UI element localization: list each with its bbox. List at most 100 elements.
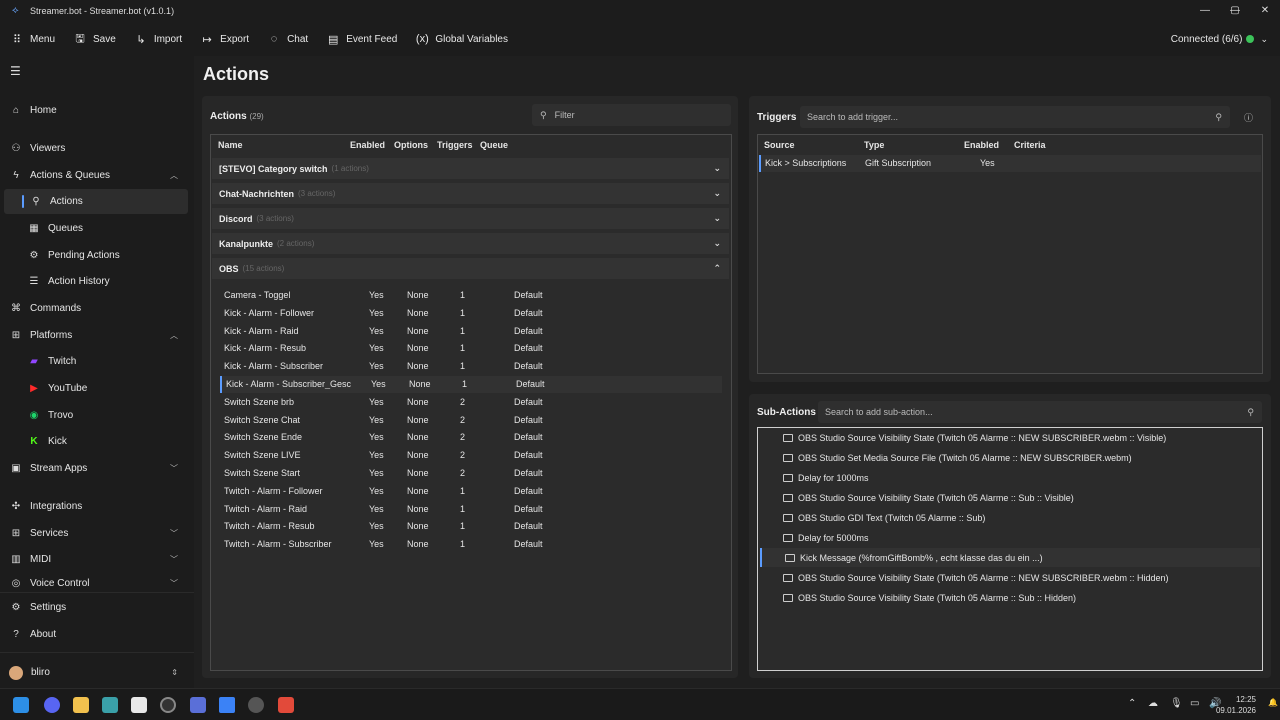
subaction-item[interactable]: Kick Message (%fromGiftBomb% , echt klas… — [760, 548, 1260, 567]
title-bar: ⟡ Streamer.bot - Streamer.bot (v1.0.1) — — [0, 0, 1280, 22]
subaction-item[interactable]: OBS Studio Source Visibility State (Twit… — [760, 428, 1260, 447]
discord-icon[interactable] — [44, 697, 60, 713]
action-group[interactable]: OBS (15 actions) ⌃ — [212, 258, 729, 279]
file-explorer-icon[interactable] — [73, 697, 89, 713]
sidebar-item-kick[interactable]: K Kick — [0, 429, 190, 454]
minimize-button-2[interactable]: — — [1190, 0, 1220, 22]
sidebar-item-queues[interactable]: ▦ Queues — [0, 216, 190, 241]
app-icon[interactable] — [102, 697, 118, 713]
action-row[interactable]: Switch Szene LIVE Yes None 2 Default — [220, 447, 722, 464]
obs-icon[interactable] — [160, 697, 176, 713]
sidebar-item-youtube[interactable]: ▶ YouTube — [0, 376, 190, 401]
notification-icon[interactable]: 🔔 — [1268, 698, 1278, 707]
action-row[interactable]: Camera - Toggel Yes None 1 Default — [220, 287, 722, 304]
bitwarden-icon[interactable] — [190, 697, 206, 713]
sidebar-item-pending-actions[interactable]: ⚙ Pending Actions — [0, 243, 190, 268]
sidebar-item-label: Platforms — [30, 330, 73, 341]
action-row[interactable]: Kick - Alarm - Follower Yes None 1 Default — [220, 305, 722, 322]
column-header-type[interactable]: Type — [864, 140, 884, 150]
windows-start-icon[interactable] — [13, 697, 29, 713]
subaction-item[interactable]: OBS Studio Source Visibility State (Twit… — [760, 588, 1260, 607]
sidebar-item-commands[interactable]: ⌘ Commands — [0, 296, 190, 321]
game-icon[interactable] — [278, 697, 294, 713]
sidebar-item-actions-queues[interactable]: ϟ Actions & Queues ︿ — [0, 163, 190, 188]
sidebar-item-twitch[interactable]: ▰ Twitch — [0, 349, 190, 374]
save-button[interactable]: 🖫 Save — [73, 22, 115, 56]
subaction-item[interactable]: OBS Studio GDI Text (Twitch 05 Alarme ::… — [760, 508, 1260, 527]
action-row[interactable]: Twitch - Alarm - Subscriber Yes None 1 Defau… — [220, 536, 722, 553]
global-variables-button[interactable]: (x) Global Variables — [415, 22, 508, 56]
event-feed-button[interactable]: ▤ Event Feed — [326, 22, 397, 56]
sidebar-item-label: Commands — [30, 303, 82, 314]
column-header-source[interactable]: Source — [764, 140, 795, 150]
close-button[interactable]: ✕ — [1250, 0, 1280, 22]
trigger-search-placeholder: Search to add trigger... — [807, 112, 899, 122]
sidebar-item-actions[interactable]: ⚲ Actions — [4, 189, 188, 214]
action-row[interactable]: Kick - Alarm - Subscriber_Gesc Yes None 1 De… — [220, 376, 722, 393]
notepad-icon[interactable] — [131, 697, 147, 713]
integrations-icon: ✣ — [11, 501, 21, 512]
maximize-button[interactable]: ▢ — [1220, 0, 1250, 22]
action-row[interactable]: Twitch - Alarm - Follower Yes None 1 Default — [220, 483, 722, 500]
sidebar-item-action-history[interactable]: ☰ Action History — [0, 269, 190, 294]
sidebar-item-stream-apps[interactable]: ▣ Stream Apps ﹀ — [0, 456, 190, 481]
subaction-item[interactable]: Delay for 5000ms — [760, 528, 1260, 547]
chrome-icon[interactable] — [248, 697, 264, 713]
gear-icon: ⚙ — [11, 602, 21, 613]
action-triggers: 1 — [460, 361, 466, 372]
user-profile[interactable]: bliro ⇕ — [0, 660, 190, 685]
sidebar-item-settings[interactable]: ⚙ Settings — [0, 595, 190, 620]
column-header-options[interactable]: Options — [394, 140, 428, 150]
import-button[interactable]: ↳ Import — [134, 22, 182, 56]
subaction-item[interactable]: Delay for 1000ms — [760, 468, 1260, 487]
action-row[interactable]: Kick - Alarm - Resub Yes None 1 Default — [220, 340, 722, 357]
action-row[interactable]: Twitch - Alarm - Raid Yes None 1 Default — [220, 501, 722, 518]
menu-button[interactable]: ⠿ Menu — [10, 22, 55, 56]
sidebar-item-platforms[interactable]: ⊞ Platforms ︿ — [0, 323, 190, 348]
sidebar-item-about[interactable]: ? About — [0, 622, 190, 647]
action-group[interactable]: Discord (3 actions) ⌄ — [212, 208, 729, 229]
trigger-row[interactable]: Kick > Subscriptions Gift Subscription Y… — [759, 155, 1261, 172]
action-triggers: 1 — [460, 521, 466, 532]
sidebar-item-integrations[interactable]: ✣ Integrations — [0, 494, 190, 519]
chevron-up-icon[interactable]: ⌃ — [1128, 698, 1136, 709]
column-header-triggers[interactable]: Triggers — [437, 140, 473, 150]
action-row[interactable]: Switch Szene Chat Yes None 2 Default — [220, 412, 722, 429]
column-header-criteria[interactable]: Criteria — [1014, 140, 1046, 150]
sidebar-item-trovo[interactable]: ◉ Trovo — [0, 403, 190, 428]
subaction-item[interactable]: OBS Studio Source Visibility State (Twit… — [760, 488, 1260, 507]
clock[interactable]: 12:25 09.01.2026 — [1216, 694, 1256, 716]
subaction-item[interactable]: OBS Studio Source Visibility State (Twit… — [760, 568, 1260, 587]
column-header-enabled[interactable]: Enabled — [964, 140, 999, 150]
connection-status[interactable]: Connected (6/6) ⌄ — [1171, 22, 1268, 56]
hamburger-icon[interactable]: ☰ — [10, 64, 21, 78]
action-row[interactable]: Switch Szene Ende Yes None 2 Default — [220, 429, 722, 446]
chat-button[interactable]: ◌ Chat — [267, 22, 308, 56]
action-row[interactable]: Switch Szene brb Yes None 2 Default — [220, 394, 722, 411]
trigger-search-input[interactable]: Search to add trigger... ⚲ — [800, 106, 1230, 128]
action-group[interactable]: Chat-Nachrichten (3 actions) ⌄ — [212, 183, 729, 204]
filter-input[interactable]: ⚲ Filter — [532, 104, 731, 126]
sidebar-item-viewers[interactable]: ⚇ Viewers — [0, 136, 190, 161]
cloud-icon[interactable]: ☁ — [1148, 698, 1158, 709]
subaction-item[interactable]: OBS Studio Set Media Source File (Twitch… — [760, 448, 1260, 467]
column-header-queue[interactable]: Queue — [480, 140, 508, 150]
action-row[interactable]: Kick - Alarm - Raid Yes None 1 Default — [220, 323, 722, 340]
action-group[interactable]: [STEVO] Category switch (1 actions) ⌄ — [212, 158, 729, 179]
action-row[interactable]: Twitch - Alarm - Resub Yes None 1 Default — [220, 518, 722, 535]
mic-icon[interactable]: 🎙 — [1170, 698, 1183, 709]
sidebar-item-midi[interactable]: ▥ MIDI ﹀ — [0, 547, 190, 572]
column-header-enabled[interactable]: Enabled — [350, 140, 385, 150]
sidebar-item-voice-control[interactable]: ◎ Voice Control ﹀ — [0, 576, 190, 590]
info-icon[interactable]: ⓘ — [1244, 111, 1253, 124]
sidebar-item-home[interactable]: ⌂ Home — [0, 98, 190, 123]
action-group[interactable]: Kanalpunkte (2 actions) ⌄ — [212, 233, 729, 254]
column-header-name[interactable]: Name — [218, 140, 243, 150]
action-row[interactable]: Switch Szene Start Yes None 2 Default — [220, 465, 722, 482]
action-row[interactable]: Kick - Alarm - Subscriber Yes None 1 Default — [220, 358, 722, 375]
sidebar-item-services[interactable]: ⊞ Services ﹀ — [0, 521, 190, 546]
streamerbot-icon[interactable] — [219, 697, 235, 713]
subaction-search-input[interactable]: Search to add sub-action... ⚲ — [818, 401, 1262, 423]
network-icon[interactable]: ▭ — [1190, 698, 1199, 709]
export-button[interactable]: ↦ Export — [200, 22, 250, 56]
